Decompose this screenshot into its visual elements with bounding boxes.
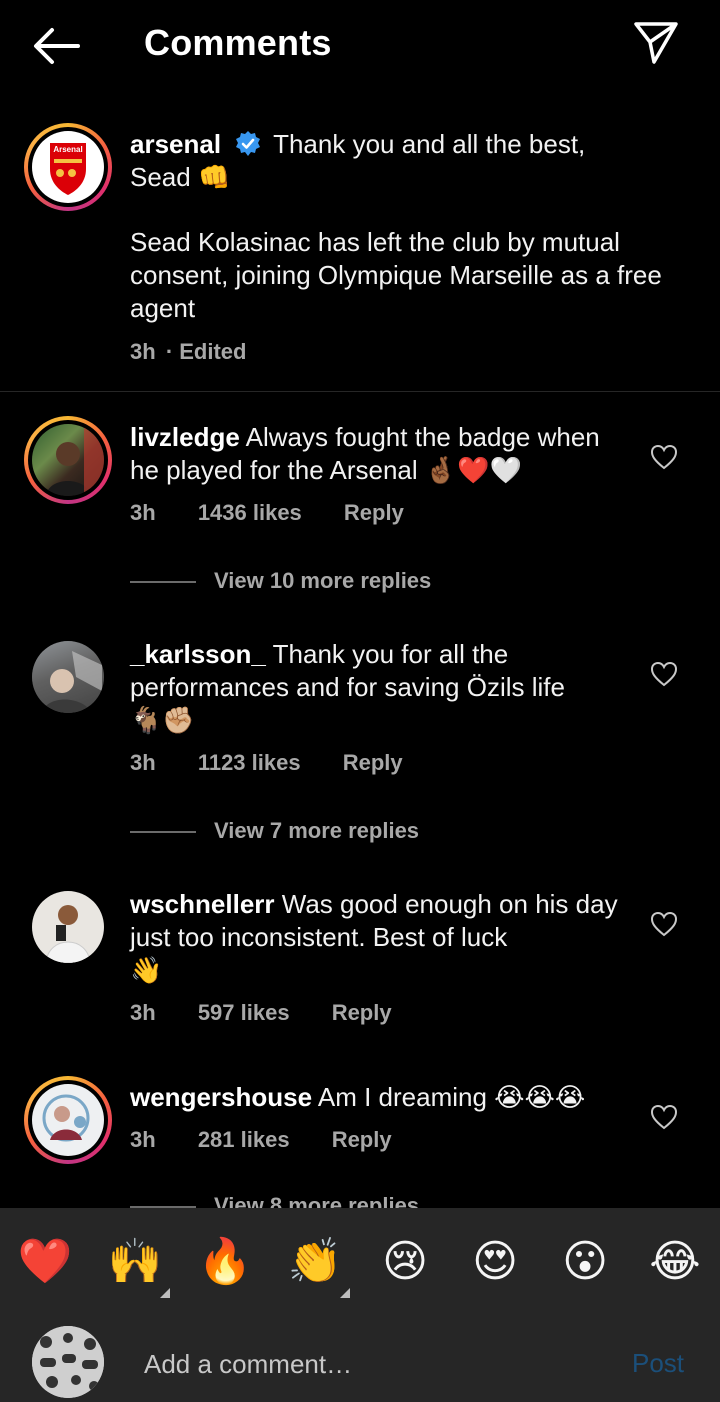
view-replies-button[interactable]: View 7 more replies	[130, 818, 419, 848]
paper-plane-icon	[634, 22, 678, 64]
heart-outline-icon	[650, 444, 678, 470]
comment-input[interactable]	[144, 1344, 604, 1384]
comment-time: 3h	[130, 750, 156, 775]
comment-time: 3h	[130, 1000, 156, 1025]
comment-emojis: 😭😭😭	[494, 1083, 586, 1113]
comment-text: wschnellerr Was good enough on his day j…	[130, 888, 630, 988]
skin-tone-indicator	[340, 1288, 350, 1298]
comment-text: _karlsson_ Thank you for all the perform…	[130, 638, 630, 738]
comment-likes[interactable]: 281 likes	[198, 1127, 290, 1152]
comment-emojis: 👋	[130, 956, 163, 986]
reaction-fire[interactable]: 🔥	[195, 1232, 255, 1292]
like-comment-button[interactable]	[650, 661, 678, 687]
arsenal-crest-icon: Arsenal	[50, 143, 86, 195]
fist-emoji: 👊	[197, 163, 231, 193]
comment-meta: 3h 1436 likes Reply	[130, 500, 440, 526]
view-replies-button[interactable]: View 10 more replies	[130, 568, 431, 598]
reaction-surprised[interactable]: 😮	[555, 1232, 615, 1292]
comment-username[interactable]: wengershouse	[130, 1082, 312, 1112]
like-comment-button[interactable]	[650, 1104, 678, 1130]
heart-outline-icon	[650, 661, 678, 687]
comment-time: 3h	[130, 1127, 156, 1152]
like-comment-button[interactable]	[650, 444, 678, 470]
reaction-heart-eyes[interactable]: 😍	[465, 1232, 525, 1292]
comment-text: livzledge Always fought the badge when h…	[130, 421, 630, 488]
replies-line	[130, 831, 196, 834]
comment-emojis: 🐐✊🏼	[130, 706, 195, 736]
caption-text: arsenal Thank you and all the best, Sead…	[130, 128, 670, 195]
comment-avatar[interactable]	[24, 416, 112, 504]
arrow-left-icon	[34, 28, 80, 64]
comment-meta: 3h 597 likes Reply	[130, 1000, 428, 1026]
caption-body: Sead Kolasinac has left the club by mutu…	[130, 227, 662, 323]
reaction-laughing[interactable]: 😂	[645, 1232, 705, 1292]
comment-likes[interactable]: 1123 likes	[198, 750, 301, 775]
my-avatar	[32, 1326, 104, 1398]
crest-text: Arsenal	[53, 145, 82, 154]
quick-reactions-row: ❤️ 🙌 🔥 👏 😢 😍 😮 😂	[0, 1208, 720, 1318]
comment-username[interactable]: _karlsson_	[130, 639, 266, 669]
caption-avatar[interactable]: Arsenal	[24, 123, 112, 211]
person-photo	[42, 1094, 90, 1142]
caption-meta: 3h · Edited	[130, 339, 282, 365]
reply-button[interactable]: Reply	[344, 500, 404, 525]
caption-edited: · Edited	[165, 339, 247, 364]
person-photo	[45, 905, 91, 963]
comment-likes[interactable]: 597 likes	[198, 1000, 290, 1025]
header: Comments	[0, 0, 720, 90]
share-button[interactable]	[628, 18, 684, 68]
caption-divider	[0, 391, 720, 392]
heart-outline-icon	[650, 1104, 678, 1130]
caption-line1: Thank you and all the best,	[273, 129, 586, 159]
avatar-pattern	[32, 1326, 104, 1398]
reaction-crying[interactable]: 😢	[375, 1232, 435, 1292]
like-comment-button[interactable]	[650, 911, 678, 937]
comment-likes[interactable]: 1436 likes	[198, 500, 302, 525]
caption-username[interactable]: arsenal	[130, 129, 221, 159]
view-replies-label: View 10 more replies	[214, 568, 432, 593]
view-replies-label: View 7 more replies	[214, 818, 420, 843]
page-title: Comments	[144, 22, 332, 63]
comment-username[interactable]: wschnellerr	[130, 889, 275, 919]
reaction-raised-hands[interactable]: 🙌	[105, 1232, 165, 1292]
reaction-clap[interactable]: 👏	[285, 1232, 345, 1292]
comment-emojis: 🤞🏾❤️🤍	[424, 456, 522, 486]
person-photo	[46, 424, 104, 496]
comment-avatar[interactable]	[24, 1076, 112, 1164]
person-photo	[32, 641, 104, 713]
back-button[interactable]	[28, 24, 84, 68]
comment-avatar[interactable]	[32, 891, 104, 963]
comment-text: wengershouse Am I dreaming 😭😭😭	[130, 1081, 630, 1115]
reply-button[interactable]: Reply	[332, 1000, 392, 1025]
reply-button[interactable]: Reply	[343, 750, 403, 775]
replies-line	[130, 581, 196, 584]
comment-avatar[interactable]	[32, 641, 104, 713]
verified-badge-icon	[236, 131, 261, 156]
caption-line2: Sead	[130, 162, 191, 192]
skin-tone-indicator	[160, 1288, 170, 1298]
comment-username[interactable]: livzledge	[130, 422, 240, 452]
post-button[interactable]: Post	[632, 1348, 684, 1379]
reply-button[interactable]: Reply	[332, 1127, 392, 1152]
caption-time: 3h	[130, 339, 156, 364]
comment-meta: 3h 281 likes Reply	[130, 1127, 428, 1153]
heart-outline-icon	[650, 911, 678, 937]
comment-meta: 3h 1123 likes Reply	[130, 750, 439, 776]
reaction-heart[interactable]: ❤️	[15, 1232, 75, 1292]
comment-composer-bar: ❤️ 🙌 🔥 👏 😢 😍 😮 😂 Post	[0, 1208, 720, 1402]
comment-time: 3h	[130, 500, 156, 525]
comment-body: Am I dreaming	[317, 1082, 487, 1112]
